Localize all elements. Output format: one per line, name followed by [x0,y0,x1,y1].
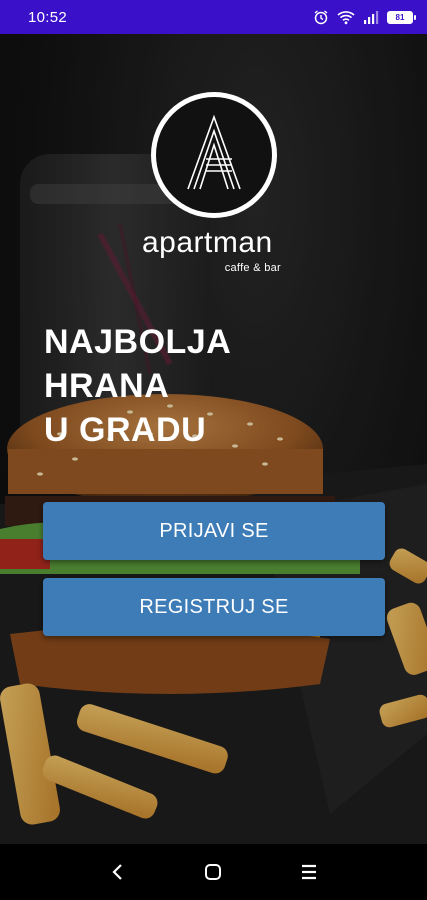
menu-icon[interactable] [289,852,329,892]
brand-tagline: caffe & bar [224,262,281,274]
battery-icon: 81 [387,10,416,24]
logo-emblem [156,97,272,213]
headline-line-1: NAJBOLJA [44,323,232,361]
wifi-icon [337,9,355,25]
signal-icon [363,9,379,25]
headline-line-2: HRANA [44,367,170,405]
brand-name: apartman [142,226,273,259]
headline: NAJBOLJA HRANA U GRADU [44,320,231,452]
register-button[interactable]: REGISTRUJ SE [43,578,385,636]
back-icon[interactable] [98,852,138,892]
brand-logo [151,92,277,218]
headline-line-3: U GRADU [44,411,207,449]
battery-level: 81 [388,11,412,23]
status-icons: 81 [313,9,416,25]
home-icon[interactable] [193,852,233,892]
navigation-bar [0,844,427,900]
letter-a-logo-icon [187,114,241,190]
status-bar: 10:52 81 [0,0,427,34]
status-time: 10:52 [28,8,68,26]
alarm-icon [313,9,329,25]
login-button[interactable]: PRIJAVI SE [43,502,385,560]
